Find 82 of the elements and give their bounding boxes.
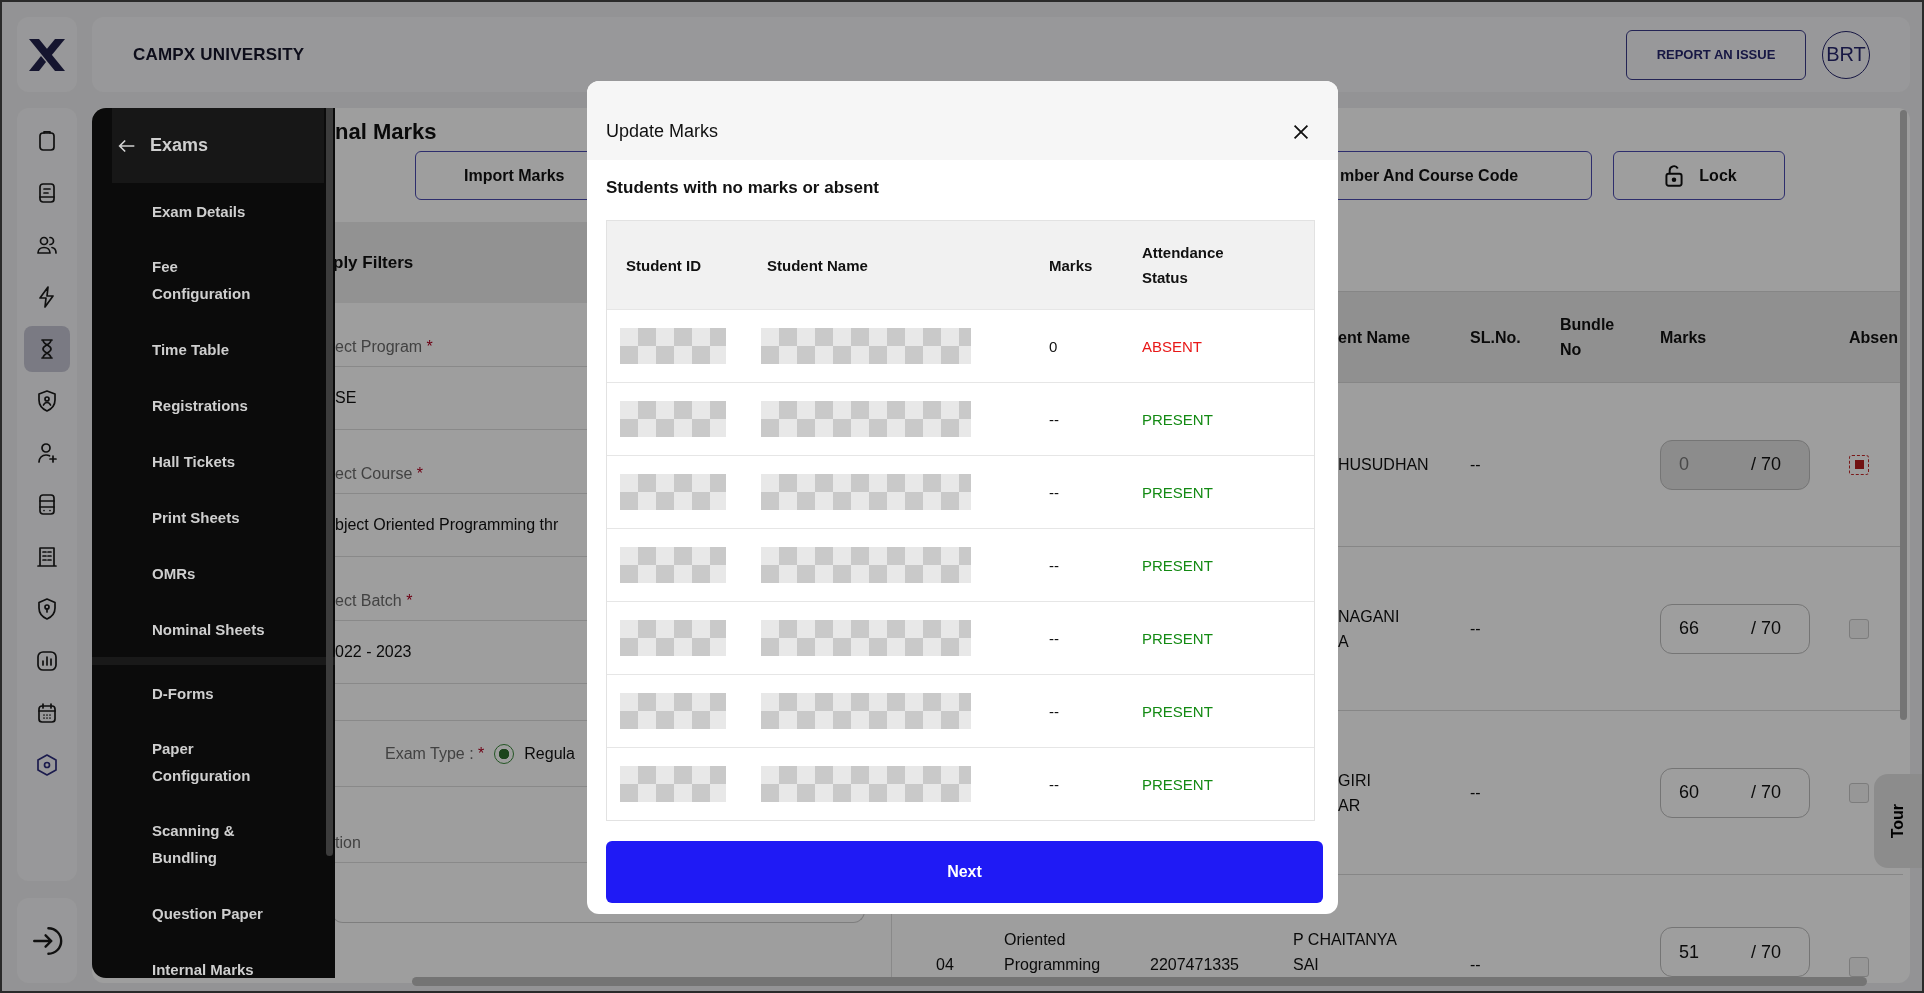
column-header: Absen <box>1848 327 1899 348</box>
field-label: Exam Type : * <box>385 744 485 763</box>
marks-field[interactable]: 0 / 70 <box>1660 439 1810 490</box>
back-button[interactable]: Exams <box>112 108 324 183</box>
menu-item[interactable]: Internal Marks <box>152 941 278 978</box>
marks-field[interactable]: 66 / 70 <box>1660 603 1810 654</box>
table-cell: -- <box>1049 629 1059 647</box>
absent-checkbox[interactable] <box>1849 618 1869 639</box>
attendance-status: PRESENT <box>1142 410 1213 428</box>
table-cell-text: 04 <box>936 955 954 975</box>
modal-title: Update Marks <box>606 121 719 142</box>
marks-field[interactable]: 51 / 70 <box>1660 927 1810 977</box>
menu-item[interactable]: OMRs <box>152 545 278 601</box>
lock-button[interactable]: Lock <box>1613 151 1785 200</box>
attendance-status: PRESENT <box>1142 483 1213 501</box>
scrollbar-thumb[interactable] <box>412 977 1867 986</box>
menu-item[interactable]: Question Paper <box>152 885 278 941</box>
column-header: ent Name <box>1337 327 1412 348</box>
column-header: Bundle No <box>1559 315 1616 360</box>
table-cell-text: NAGANI A <box>1338 606 1400 652</box>
table-cell: -- <box>1049 483 1059 501</box>
menu-item[interactable]: Paper Configuration <box>152 721 278 803</box>
menu-item[interactable]: Registrations <box>152 377 278 433</box>
column-header: SL.No. <box>1469 327 1522 348</box>
attendance-status: PRESENT <box>1142 702 1213 720</box>
next-button[interactable]: Next <box>606 841 1323 903</box>
menu-item[interactable]: D-Forms <box>152 665 278 721</box>
absent-checkbox[interactable] <box>1849 782 1869 803</box>
absent-checkbox[interactable] <box>1849 957 1869 977</box>
table-cell-text: -- <box>1470 455 1481 475</box>
scrollbar-thumb[interactable] <box>1900 110 1907 720</box>
menu-item[interactable]: Hall Tickets <box>152 433 278 489</box>
page-title: nal Marks <box>335 119 437 144</box>
menu-item[interactable]: Scanning & Bundling <box>152 803 278 885</box>
table-cell-text: Oriented Programming <box>1004 930 1102 975</box>
column-header: Marks <box>1659 327 1708 348</box>
calendar-icon <box>35 701 59 725</box>
field-label: tion <box>335 834 361 852</box>
table-cell: -- <box>1049 702 1059 720</box>
user-plus-icon <box>35 441 59 465</box>
attendance-status: ABSENT <box>1142 337 1202 355</box>
table-cell-text: HUSUDHAN <box>1338 455 1429 475</box>
table-cell-text: -- <box>1470 783 1481 803</box>
report-issue-button[interactable]: REPORT AN ISSUE <box>1626 29 1806 80</box>
column-header: Student ID <box>625 255 702 276</box>
table-cell-text: 2207471335 <box>1150 955 1239 975</box>
hexagon-icon <box>35 753 59 777</box>
scrollbar-thumb[interactable] <box>326 108 333 856</box>
column-header: Marks <box>1048 255 1094 276</box>
marks-field[interactable]: 60 / 70 <box>1660 767 1810 818</box>
field-value: SE <box>335 389 357 407</box>
absent-checkbox[interactable] <box>1849 454 1869 475</box>
attendance-status: PRESENT <box>1142 629 1213 647</box>
building-icon <box>35 545 59 569</box>
logo-icon <box>27 36 67 73</box>
table-cell-text: -- <box>1470 955 1481 975</box>
field-label: ect Batch * <box>335 592 413 610</box>
nav-button[interactable] <box>24 326 70 372</box>
attendance-status: PRESENT <box>1142 556 1213 574</box>
column-header: Attendance Status <box>1141 243 1225 288</box>
table-cell: -- <box>1049 556 1059 574</box>
table-cell-text: P CHAITANYA SAI <box>1293 930 1398 975</box>
shield-user-icon <box>35 389 59 413</box>
table-cell-text: -- <box>1470 619 1481 639</box>
table-cell-text: GIRI AR <box>1338 770 1371 816</box>
table-cell: 0 <box>1049 337 1058 355</box>
field-value: 022 - 2023 <box>335 643 412 661</box>
attendance-status: PRESENT <box>1142 775 1213 793</box>
shield-lock-icon <box>35 597 59 621</box>
menu-item[interactable]: Nominal Sheets <box>152 601 278 657</box>
field-label: ect Course * <box>335 465 424 483</box>
menu-item[interactable]: Time Table <box>152 321 278 377</box>
tour-button[interactable]: Tour <box>1874 774 1922 868</box>
field-value: bject Oriented Programming thr <box>335 516 559 534</box>
university-name: CAMPX UNIVERSITY <box>133 44 305 65</box>
chart-icon <box>35 649 59 673</box>
table-cell: -- <box>1049 775 1059 793</box>
field-label: ect Program * <box>335 338 433 356</box>
menu-item[interactable]: Print Sheets <box>152 489 278 545</box>
table-cell: -- <box>1049 410 1059 428</box>
radio-label: Regula <box>524 744 575 763</box>
column-header: Student Name <box>766 255 869 276</box>
